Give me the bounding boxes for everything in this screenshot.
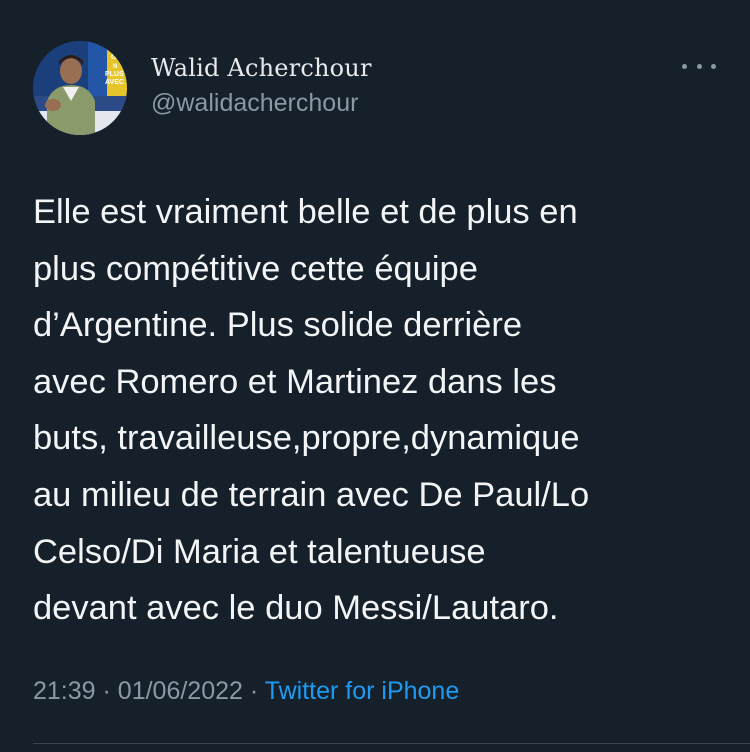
tweet-text-line: avec Romero et Martinez dans les: [33, 362, 557, 401]
meta-separator: ·: [249, 677, 259, 705]
tweet-text-line: au milieu de terrain avec De Paul/Lo: [33, 475, 590, 514]
avatar-sign-text: G: [111, 54, 117, 61]
author-name[interactable]: Walid Acherchour: [151, 54, 372, 82]
more-dot: [696, 63, 702, 69]
tweet-text: Elle est vraiment belle et de plus en pl…: [33, 184, 723, 637]
more-dot: [682, 63, 687, 69]
avatar[interactable]: G N PLUS AVEC: [33, 41, 127, 135]
tweet-time[interactable]: 21:39: [33, 677, 96, 705]
meta-separator: ·: [102, 677, 111, 705]
tweet-date[interactable]: 01/06/2022: [118, 677, 243, 705]
tweet-text-line: Celso/Di Maria et talentueuse: [33, 532, 486, 571]
tweet-source-link[interactable]: Twitter for iPhone: [265, 677, 460, 705]
tweet-text-line: Elle est vraiment belle et de plus en: [33, 193, 578, 231]
tweet-text-line: d’Argentine. Plus solide derrière: [33, 306, 523, 345]
tweet-card: G N PLUS AVEC Walid Acherchour @walidach…: [0, 0, 750, 752]
more-dot: [711, 63, 716, 69]
tweet-text-line: buts, travailleuse,propre,dynamique: [33, 419, 580, 458]
avatar-sign-text: N: [113, 64, 117, 70]
more-horizontal-icon[interactable]: [682, 56, 716, 76]
avatar-image: G N PLUS AVEC: [33, 41, 127, 135]
avatar-sign-text: AVEC: [105, 79, 124, 86]
divider: [33, 743, 750, 744]
tweet-metadata: 21:39 · 01/06/2022 · Twitter for iPhone: [33, 677, 459, 706]
author-handle[interactable]: @walidacherchour: [151, 89, 358, 118]
tweet-text-line: plus compétitive cette équipe: [33, 249, 478, 288]
tweet-text-line: devant avec le duo Messi/Lautaro.: [33, 589, 559, 628]
avatar-sign-text: PLUS: [105, 71, 124, 78]
